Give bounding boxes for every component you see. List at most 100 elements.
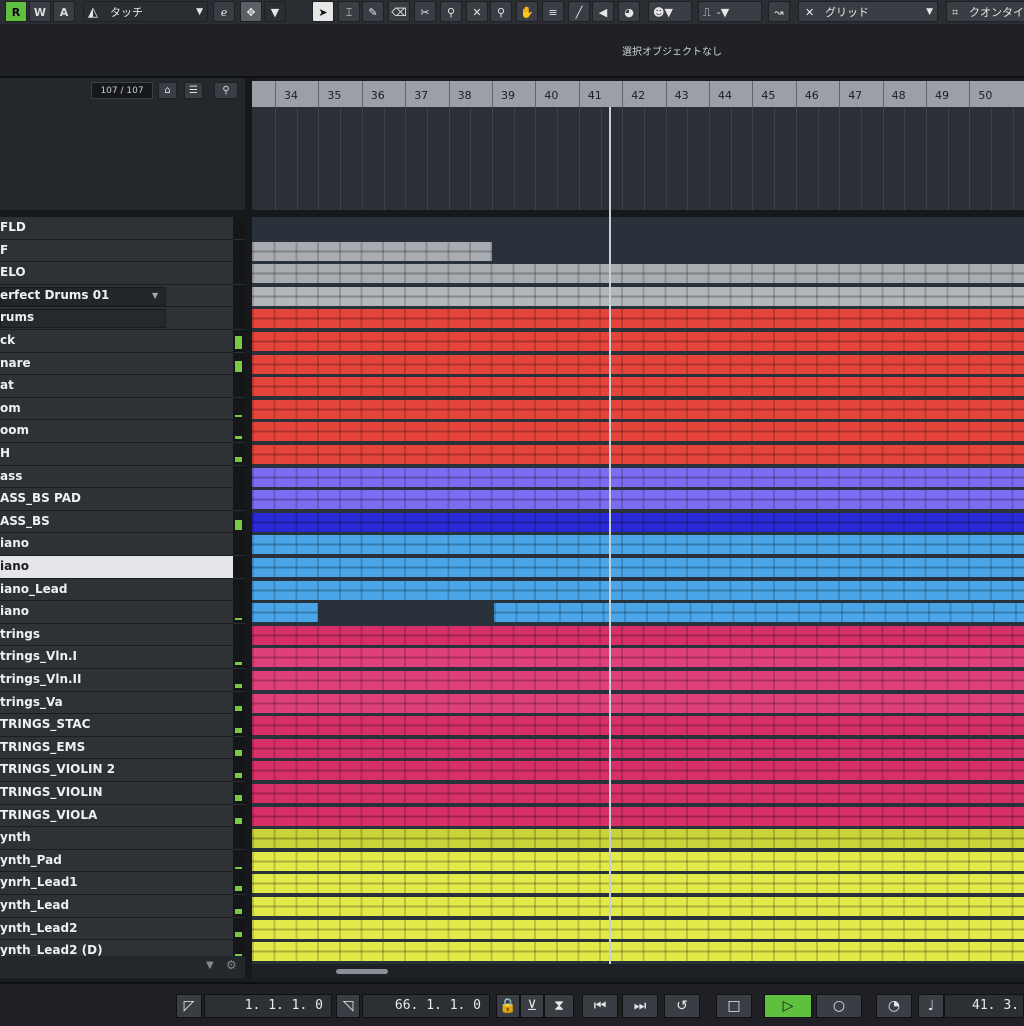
track-6[interactable]: nare [0, 352, 233, 376]
track-1[interactable]: F [0, 239, 233, 263]
track-11[interactable]: ass [0, 465, 233, 489]
event-part[interactable] [252, 716, 1024, 736]
stop-button[interactable]: □ [716, 994, 752, 1018]
select-tool[interactable]: ➤ [312, 1, 334, 22]
track-31[interactable]: ynth_Lead2 [0, 917, 233, 941]
track-lane[interactable] [252, 353, 1024, 375]
event-part[interactable] [252, 738, 1024, 758]
ruler-bar-37[interactable]: 37 [405, 81, 448, 107]
event-part[interactable] [252, 806, 1024, 826]
track-lane[interactable] [252, 782, 1024, 804]
event-part[interactable] [252, 377, 1024, 397]
track-lane[interactable] [252, 443, 1024, 465]
split-tool[interactable]: ✂ [414, 1, 436, 22]
ruler-bar-38[interactable]: 38 [448, 81, 492, 107]
pencil-tool[interactable]: ✎ [362, 1, 384, 22]
zoom-tool[interactable]: ⚲ [490, 1, 512, 22]
track-lane[interactable] [252, 827, 1024, 849]
event-part[interactable] [252, 784, 1024, 803]
eraser-tool[interactable]: ⌫ [388, 1, 410, 22]
event-part[interactable] [252, 399, 1024, 419]
track-10[interactable]: H [0, 443, 233, 466]
track-20[interactable]: trings_Vln.II [0, 669, 233, 692]
track-lane[interactable] [252, 692, 1024, 714]
track-30[interactable]: ynth_Lead [0, 895, 233, 918]
event-part[interactable] [252, 625, 1024, 645]
horizontal-scrollbar[interactable] [252, 964, 1024, 978]
ruler-bar-44[interactable]: 44 [709, 81, 752, 107]
track-lane[interactable] [252, 918, 1024, 940]
ruler-bar-34[interactable]: 34 [275, 81, 318, 107]
face-dropdown[interactable]: ☻▼ [648, 1, 692, 22]
track-lane[interactable] [252, 240, 1024, 262]
ruler-bar-47[interactable]: 47 [839, 81, 882, 107]
hand-tool[interactable]: ✋ [516, 1, 538, 22]
track-24[interactable]: TRINGS_VIOLIN 2 [0, 759, 233, 782]
track-2[interactable]: ELO [0, 262, 233, 285]
left-locator-field[interactable]: 1. 1. 1. 0 [204, 994, 332, 1018]
play-button[interactable]: ▷ [764, 994, 812, 1018]
track-23[interactable]: TRINGS_EMS [0, 736, 233, 760]
gear-icon[interactable]: ⚙ [226, 958, 237, 972]
quantize-dropdown[interactable]: ⌗ クオンタイ [946, 1, 1024, 22]
track-9[interactable]: oom [0, 420, 233, 443]
event-part[interactable] [252, 512, 1024, 532]
track-lane[interactable] [252, 601, 1024, 623]
track-lane[interactable] [252, 759, 1024, 781]
write-automation-button[interactable]: W [29, 1, 51, 22]
track-8[interactable]: om [0, 397, 233, 421]
event-part[interactable] [252, 603, 318, 623]
event-part[interactable] [252, 286, 1024, 306]
event-part[interactable] [252, 693, 1024, 713]
grid-type-dropdown[interactable]: ✕ グリッド ▼ [798, 1, 938, 22]
track-0[interactable]: FLD [0, 217, 233, 240]
tempo-button[interactable]: ◔ [876, 994, 912, 1018]
track-lane[interactable] [252, 375, 1024, 397]
track-lane[interactable] [252, 466, 1024, 488]
left-locator-button[interactable]: ◸ [176, 994, 202, 1018]
lock-button[interactable]: 🔒 [496, 994, 520, 1018]
marker-button[interactable]: ⧗ [544, 994, 574, 1018]
comp-tool[interactable]: ≡ [542, 1, 564, 22]
event-part[interactable] [252, 332, 1024, 351]
color-tool[interactable]: ◕ [618, 1, 640, 22]
ruler-bar-36[interactable]: 36 [361, 81, 405, 107]
track-3[interactable]: erfect Drums 01 ▼ [0, 284, 233, 308]
track-lane[interactable] [252, 262, 1024, 284]
track-7[interactable]: at [0, 375, 233, 398]
track-14[interactable]: iano [0, 533, 233, 556]
right-locator-button[interactable]: ◹ [336, 994, 360, 1018]
track-lane[interactable] [252, 330, 1024, 352]
track-lane[interactable] [252, 285, 1024, 307]
track-search-button[interactable]: ⚲ [214, 82, 238, 99]
event-part[interactable] [252, 897, 1024, 916]
event-part[interactable] [252, 829, 1024, 849]
automation-mode-button[interactable]: A [53, 1, 75, 22]
event-part[interactable] [252, 942, 1024, 962]
auto-fade-dropdown[interactable]: ⎍ -▼ [698, 1, 762, 22]
track-lane[interactable] [252, 669, 1024, 691]
range-tool[interactable]: ⌶ [338, 1, 360, 22]
track-27[interactable]: ynth [0, 827, 233, 850]
event-part[interactable] [252, 580, 1024, 600]
ruler-bar-39[interactable]: 39 [492, 81, 535, 107]
mute-tool[interactable]: ✕ [466, 1, 488, 22]
event-part[interactable] [252, 490, 1024, 510]
track-12[interactable]: ASS_BS PAD [0, 488, 233, 511]
ruler[interactable]: 34 35 36 37 38 39 40 41 42 43 44 45 46 47 48 49 50 [252, 81, 1024, 107]
scroll-thumb[interactable] [336, 969, 388, 974]
right-locator-field[interactable]: 66. 1. 1. 0 [362, 994, 490, 1018]
track-17[interactable]: iano [0, 601, 233, 624]
event-part[interactable] [252, 445, 1024, 464]
track-lane[interactable] [252, 872, 1024, 894]
event-part[interactable] [252, 671, 1024, 690]
event-part[interactable] [494, 603, 1024, 623]
track-13[interactable]: ASS_BS [0, 510, 233, 534]
ruler-bar-40[interactable]: 40 [535, 81, 578, 107]
snap-dropdown[interactable]: ▼ [264, 1, 286, 22]
event-display[interactable] [252, 217, 1024, 964]
record-button[interactable]: ○ [816, 994, 862, 1018]
event-part[interactable] [252, 535, 1024, 555]
project-cursor[interactable] [609, 107, 611, 964]
ruler-bar-35[interactable]: 35 [318, 81, 361, 107]
